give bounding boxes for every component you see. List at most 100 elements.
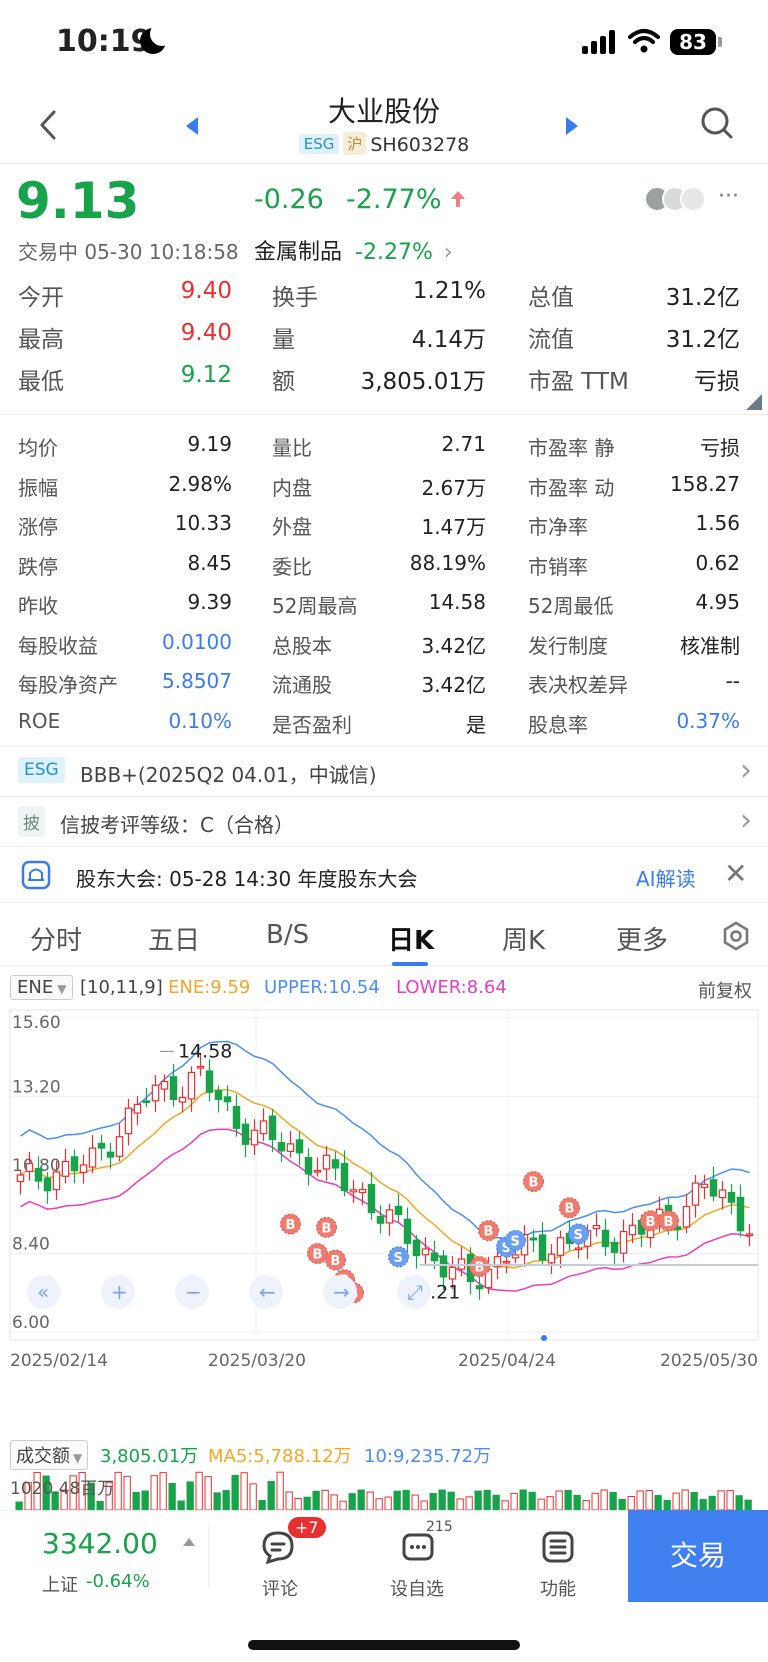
adjust-mode[interactable]: 前复权: [698, 977, 752, 1003]
comment-button[interactable]: +7 评论: [252, 1517, 326, 1600]
tab-0[interactable]: 分时: [30, 920, 82, 957]
stat-label: 每股收益: [18, 633, 98, 658]
trade-status: 交易中 05-30 10:18:58: [18, 240, 239, 264]
stat-value: 3,805.01万: [360, 369, 486, 395]
home-indicator[interactable]: [248, 1640, 520, 1650]
watch-count: 215: [426, 1519, 453, 1535]
volume-select[interactable]: 成交额 ▼: [10, 1440, 89, 1470]
stat-label: 量: [272, 327, 295, 353]
volume-bar: [393, 1490, 401, 1510]
stat-value: 2.67万: [421, 475, 486, 500]
volume-bar: [177, 1500, 185, 1510]
candle-body: [142, 1100, 151, 1104]
volume-chart: [15, 1471, 752, 1510]
trade-button[interactable]: 交易: [628, 1510, 768, 1602]
battery-tip: [718, 37, 722, 47]
candle-body: [331, 1159, 340, 1169]
market-tag: 沪: [343, 132, 367, 155]
stat-label: 跌停: [18, 554, 58, 579]
stat-value: 88.19%: [409, 550, 486, 575]
candle-body: [25, 1163, 34, 1172]
tab-5[interactable]: 更多: [616, 920, 668, 957]
volume-bar: [591, 1492, 599, 1510]
volume-bar: [663, 1499, 671, 1510]
caret-up-icon: [183, 1538, 195, 1546]
volume-bar: [708, 1495, 716, 1510]
candle-body: [619, 1230, 628, 1254]
tab-3[interactable]: 日K: [388, 920, 434, 957]
stat-label: 股息率: [528, 712, 588, 737]
stat-value: 158.27: [670, 471, 740, 496]
disclosure-rating-row[interactable]: 披 信披考评等级：C（合格） ›: [0, 796, 768, 844]
candle-body: [502, 1260, 511, 1264]
stat-label: 52周最高: [272, 594, 358, 618]
sector-link[interactable]: 金属制品 -2.27% ›: [254, 234, 453, 266]
volume-bar: [537, 1498, 545, 1510]
chart-control-2[interactable]: −: [175, 1275, 209, 1309]
chart-control-3[interactable]: ←: [249, 1275, 283, 1309]
more-icon[interactable]: ···: [718, 184, 739, 209]
index-pct: -0.64%: [86, 1571, 150, 1592]
candlestick-chart[interactable]: 15.6013.2010.808.406.002025/02/14 2025/03…: [0, 1006, 768, 1420]
chart-control-5[interactable]: ⤢: [397, 1275, 431, 1309]
candle-body: [601, 1229, 610, 1248]
candle-body: [286, 1143, 295, 1153]
chart-control-0[interactable]: «: [27, 1275, 61, 1309]
volume-bar: [573, 1494, 581, 1510]
chart-settings-icon[interactable]: [720, 920, 752, 952]
volume-bar: [123, 1475, 131, 1510]
chart-control-4[interactable]: →: [323, 1275, 357, 1309]
search-icon[interactable]: [700, 106, 734, 140]
candle-body: [538, 1234, 547, 1261]
tab-2[interactable]: B/S: [266, 920, 309, 950]
chart-control-1[interactable]: +: [101, 1275, 135, 1309]
ai-explain-link[interactable]: AI解读: [636, 863, 696, 892]
index-value[interactable]: 3342.00: [42, 1527, 158, 1560]
stat-label: 总股本: [272, 633, 332, 658]
candle-body: [412, 1239, 421, 1257]
marker-letter: S: [511, 1234, 520, 1249]
volume-bar: [465, 1496, 473, 1510]
bell-icon: [21, 860, 51, 890]
tab-1[interactable]: 五日: [148, 920, 200, 957]
volume-legend: 成交额 ▼ 3,805.01万 MA5:5,788.12万 10:9,235.72…: [0, 1438, 768, 1470]
marker-letter: B: [646, 1215, 656, 1230]
volume-bar: [492, 1494, 500, 1510]
candle-body: [709, 1179, 718, 1197]
stat-value: 2.98%: [168, 471, 232, 496]
stat-value: 亏损: [700, 436, 740, 460]
stat-value: --: [725, 669, 740, 693]
volume-bar: [132, 1491, 140, 1510]
volume-bar: [222, 1490, 230, 1510]
stat-value: 31.2亿: [665, 285, 740, 311]
price-change: -0.26: [254, 184, 324, 215]
indicator-select[interactable]: ENE ▼: [10, 975, 74, 1000]
stock-name: 大业股份: [327, 95, 440, 128]
stat-value: 亏损: [694, 369, 740, 395]
volume-bar: [249, 1483, 257, 1510]
candle-body: [16, 1174, 25, 1183]
close-icon[interactable]: ✕: [724, 857, 747, 890]
disclosure-badge: 披: [18, 806, 45, 837]
tab-4[interactable]: 周K: [502, 920, 545, 957]
next-stock-icon[interactable]: [564, 115, 580, 137]
volume-bar: [681, 1489, 689, 1510]
esg-rating-row[interactable]: ESG BBB+(2025Q2 04.01，中诚信) ›: [0, 746, 768, 794]
add-watchlist-button[interactable]: 215 设自选: [386, 1519, 466, 1600]
function-button[interactable]: 功能: [530, 1521, 590, 1600]
esg-tag: ESG: [298, 134, 340, 154]
expand-corner-icon[interactable]: [746, 394, 762, 410]
stat-label: 振幅: [18, 475, 58, 500]
stat-value: 3.42亿: [421, 633, 486, 658]
volume-bar: [501, 1500, 509, 1510]
volume-ma10: 10:9,235.72万: [364, 1446, 492, 1467]
control-glyph: «: [37, 1280, 49, 1304]
avatar-group[interactable]: [644, 186, 710, 212]
candle-body: [295, 1139, 304, 1154]
marker-letter: S: [394, 1251, 403, 1266]
volume-label: 成交额: [16, 1446, 70, 1467]
stat-label: 最低: [18, 369, 64, 395]
meeting-notice-row[interactable]: 股东大会: 05-28 14:30 年度股东大会 AI解读 ✕: [0, 846, 768, 902]
volume-bar: [456, 1498, 464, 1510]
volume-bar: [672, 1492, 680, 1510]
